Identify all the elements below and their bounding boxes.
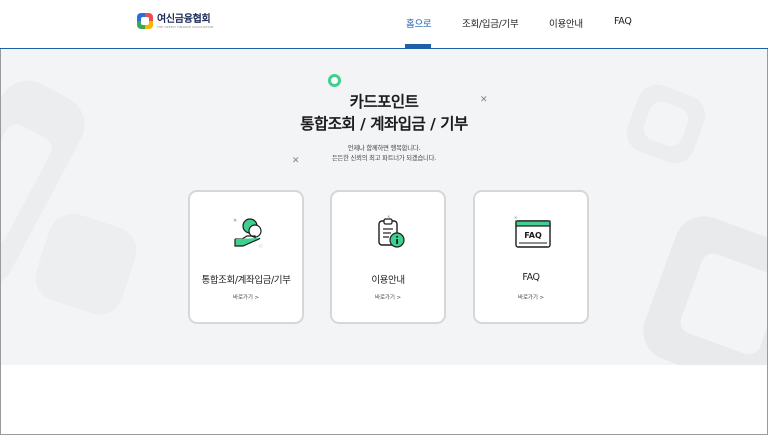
logo-subtitle: THE CREDIT FINANCE ASSOCIATION xyxy=(157,24,214,29)
logo-text: 여신금융협회 THE CREDIT FINANCE ASSOCIATION xyxy=(157,14,213,29)
faq-window-icon: FAQ ✕ xyxy=(514,215,551,248)
svg-text:○: ○ xyxy=(259,243,263,248)
nav-guide[interactable]: 이용안내 xyxy=(549,16,583,30)
hero-description-line2: 든든한 신뢰의 최고 파트너가 되겠습니다. xyxy=(331,155,437,162)
nav-home[interactable]: 홈으로 xyxy=(406,16,432,30)
background-decoration xyxy=(29,207,143,321)
go-link[interactable]: 바로가기 > xyxy=(475,293,587,301)
svg-text:✕: ✕ xyxy=(514,215,517,220)
card-faq[interactable]: FAQ ✕ FAQ 바로가기 > xyxy=(473,190,589,324)
green-ring-icon xyxy=(328,74,341,87)
card-inquiry-deposit-donate[interactable]: ✕ ○ 통합조회/계좌입금/기부 바로가기 > xyxy=(188,190,304,324)
card-label: FAQ xyxy=(522,272,540,283)
card-guide[interactable]: ✕ 이용안내 바로가기 > xyxy=(330,190,446,324)
page-footer-area xyxy=(1,365,767,434)
nav-faq[interactable]: FAQ xyxy=(614,16,632,27)
nav-inquiry-deposit-donate[interactable]: 조회/입금/기부 xyxy=(462,16,519,30)
go-link[interactable]: 바로가기 > xyxy=(332,293,444,301)
logo[interactable]: 여신금융협회 THE CREDIT FINANCE ASSOCIATION xyxy=(137,13,213,29)
clipboard-info-icon: ✕ xyxy=(378,214,405,248)
faq-icon-text: FAQ xyxy=(524,231,542,240)
svg-text:✕: ✕ xyxy=(387,214,390,219)
svg-text:✕: ✕ xyxy=(233,218,237,224)
header: 여신금융협회 THE CREDIT FINANCE ASSOCIATION 홈으… xyxy=(0,0,768,49)
logo-title: 여신금융협회 xyxy=(157,13,211,25)
hero-title-line1: 카드포인트 xyxy=(349,93,419,111)
hero-title-line2: 통합조회 / 계좌입금 / 기부 xyxy=(300,115,468,133)
coin-hand-icon: ✕ ○ xyxy=(233,218,263,248)
hero-description-line1: 언제나 함께하면 행복합니다. xyxy=(347,145,421,152)
logo-mark-icon xyxy=(137,13,153,29)
go-link[interactable]: 바로가기 > xyxy=(190,293,302,301)
background-decoration xyxy=(634,207,767,365)
card-label: 이용안내 xyxy=(371,275,405,286)
card-label: 통합조회/계좌입금/기부 xyxy=(201,275,291,286)
nav-active-indicator xyxy=(405,44,431,48)
